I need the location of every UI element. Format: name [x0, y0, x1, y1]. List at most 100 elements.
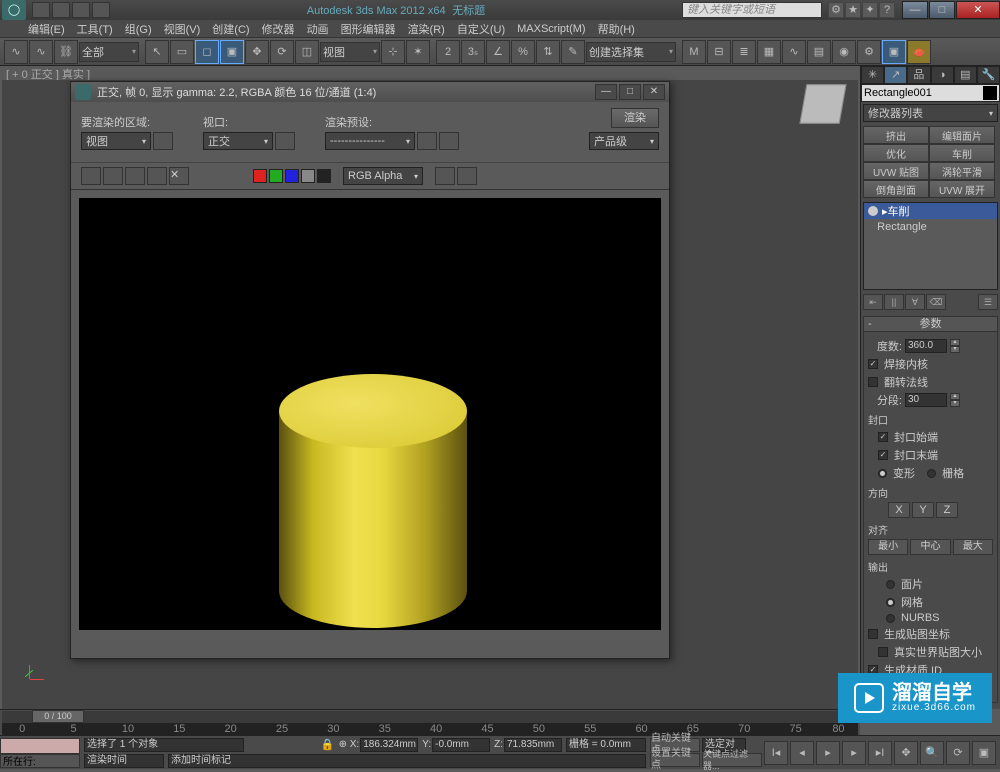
select-rect-icon[interactable]: ◻: [195, 40, 219, 64]
nav-max-icon[interactable]: ▣: [972, 741, 996, 765]
utility-tab-icon[interactable]: 🔧: [977, 66, 1000, 84]
mesh-radio[interactable]: [886, 598, 895, 607]
script-listener[interactable]: 所在行:: [0, 738, 80, 768]
menu-item[interactable]: 视图(V): [164, 21, 201, 37]
snap2-icon[interactable]: 2: [436, 40, 460, 64]
green-channel-icon[interactable]: [269, 169, 283, 183]
modifier-stack[interactable]: ▸ 车削 Rectangle: [863, 202, 998, 290]
modify-tab-icon[interactable]: ↗: [884, 66, 907, 84]
copy-image-icon[interactable]: [103, 167, 123, 185]
x-coord-field[interactable]: 186.324mm: [360, 738, 418, 752]
nav-zoom-icon[interactable]: 🔍: [920, 741, 944, 765]
show-end-result-icon[interactable]: ||: [884, 294, 904, 310]
selection-filter-drop[interactable]: 全部: [79, 42, 139, 62]
effects-button[interactable]: [439, 132, 459, 150]
morph-radio[interactable]: [878, 469, 887, 478]
env-button[interactable]: [417, 132, 437, 150]
window-crossing-icon[interactable]: ▣: [220, 40, 244, 64]
menu-item[interactable]: 创建(C): [212, 21, 249, 37]
manip-icon[interactable]: ✶: [406, 40, 430, 64]
refsys-drop[interactable]: 视图: [320, 42, 380, 62]
time-tag-field[interactable]: 添加时间标记: [168, 754, 646, 768]
cube-icon[interactable]: [799, 84, 846, 124]
snap3-icon[interactable]: 3ₛ: [461, 40, 485, 64]
align-icon[interactable]: ⊟: [707, 40, 731, 64]
qat-btn[interactable]: [52, 2, 70, 18]
render-output[interactable]: [79, 198, 661, 630]
menu-item[interactable]: 编辑(E): [28, 21, 65, 37]
cap-start-checkbox[interactable]: ✓: [878, 432, 888, 442]
qat-btn[interactable]: [72, 2, 90, 18]
axis-y-button[interactable]: Y: [912, 502, 934, 518]
setkey-button[interactable]: 设置关键点: [650, 753, 700, 767]
pivot-icon[interactable]: ⊹: [381, 40, 405, 64]
modifier-list-drop[interactable]: 修改器列表: [863, 104, 998, 122]
rendered-frame-icon[interactable]: ▣: [882, 40, 906, 64]
minimize-button[interactable]: —: [902, 1, 928, 19]
mod-btn[interactable]: 车削: [929, 144, 995, 162]
close-button[interactable]: ✕: [956, 1, 1000, 19]
nav-orbit-icon[interactable]: ⟳: [946, 741, 970, 765]
qat-btn[interactable]: [32, 2, 50, 18]
rollout-header[interactable]: 参数: [863, 316, 998, 332]
area-select[interactable]: 视图: [81, 132, 151, 150]
configure-icon[interactable]: ☰: [978, 294, 998, 310]
rfw-titlebar[interactable]: 正交, 帧 0, 显示 gamma: 2.2, RGBA 颜色 16 位/通道 …: [71, 82, 669, 102]
spinner-snap-icon[interactable]: ⇅: [536, 40, 560, 64]
named-sel-drop[interactable]: 创建选择集: [586, 42, 676, 62]
play-icon[interactable]: ▸: [816, 741, 840, 765]
render-button[interactable]: 渲染: [611, 108, 659, 128]
material-editor-icon[interactable]: ◉: [832, 40, 856, 64]
mod-btn[interactable]: UVW 展开: [929, 180, 995, 198]
layers-icon[interactable]: ≣: [732, 40, 756, 64]
create-tab-icon[interactable]: ✳: [861, 66, 884, 84]
cap-end-checkbox[interactable]: ✓: [878, 450, 888, 460]
mod-btn[interactable]: 挤出: [863, 126, 929, 144]
gen-uv-checkbox[interactable]: [868, 629, 878, 639]
time-ruler[interactable]: 0 5 10 15 20 25 30 35 40 45 50 55 60 65 …: [2, 723, 858, 735]
mod-btn[interactable]: 涡轮平滑: [929, 162, 995, 180]
menu-item[interactable]: MAXScript(M): [517, 23, 585, 35]
render-icon[interactable]: 🫖: [907, 40, 931, 64]
time-slider-track[interactable]: 0 / 100: [2, 711, 858, 723]
mirror-icon[interactable]: M: [682, 40, 706, 64]
select-icon[interactable]: ↖: [145, 40, 169, 64]
align-max-button[interactable]: 最大: [953, 539, 993, 555]
next-frame-icon[interactable]: ▸: [842, 741, 866, 765]
menu-item[interactable]: 动画: [307, 21, 329, 37]
time-slider-thumb[interactable]: 0 / 100: [32, 710, 84, 723]
y-coord-field[interactable]: -0.0mm: [432, 738, 490, 752]
alpha-channel-icon[interactable]: [301, 169, 315, 183]
render-setup-icon[interactable]: ⚙: [857, 40, 881, 64]
menu-item[interactable]: 修改器: [262, 21, 295, 37]
percent-snap-icon[interactable]: %: [511, 40, 535, 64]
channel-select[interactable]: RGB Alpha: [343, 167, 423, 185]
stack-item[interactable]: ▸ 车削: [864, 203, 997, 219]
unlink-icon[interactable]: ∿: [29, 40, 53, 64]
angle-snap-icon[interactable]: ∠: [486, 40, 510, 64]
schematic-icon[interactable]: ▦: [757, 40, 781, 64]
dope-sheet-icon[interactable]: ▤: [807, 40, 831, 64]
menu-item[interactable]: 渲染(R): [408, 21, 445, 37]
keyfilter-button[interactable]: 关键点过滤器...: [702, 753, 762, 767]
rfw-close-button[interactable]: ✕: [643, 84, 665, 100]
goto-end-icon[interactable]: ▸I: [868, 741, 892, 765]
save-image-icon[interactable]: [81, 167, 101, 185]
rfw-minimize-button[interactable]: —: [595, 84, 617, 100]
help-icon[interactable]: ?: [879, 2, 895, 18]
prev-frame-icon[interactable]: ◂: [790, 741, 814, 765]
goto-start-icon[interactable]: I◂: [764, 741, 788, 765]
nurbs-radio[interactable]: [886, 614, 895, 623]
spinner-arrows[interactable]: ▴▾: [950, 339, 960, 353]
align-center-button[interactable]: 中心: [910, 539, 950, 555]
segments-spinner[interactable]: 30: [905, 393, 947, 407]
weld-core-checkbox[interactable]: ✓: [868, 359, 878, 369]
nav-pan-icon[interactable]: ✥: [894, 741, 918, 765]
motion-tab-icon[interactable]: ◑: [931, 66, 954, 84]
grid-radio[interactable]: [927, 469, 936, 478]
viewcube[interactable]: [796, 80, 850, 134]
bind-icon[interactable]: ⛓: [54, 40, 78, 64]
rotate-icon[interactable]: ⟳: [270, 40, 294, 64]
degrees-spinner[interactable]: 360.0: [905, 339, 947, 353]
spinner-arrows[interactable]: ▴▾: [950, 393, 960, 407]
